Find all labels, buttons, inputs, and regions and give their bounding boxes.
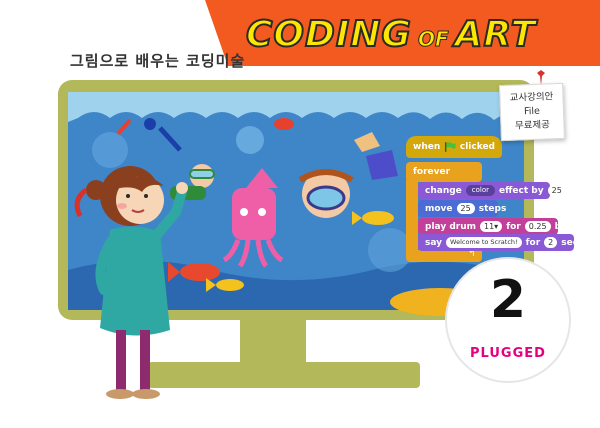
for2-label: for (525, 237, 541, 248)
move-value-input[interactable]: 25 (456, 203, 475, 214)
when-flag-clicked-block: when clicked (406, 136, 502, 158)
steps-label: steps (478, 203, 507, 214)
secs-label: secs (561, 237, 584, 248)
drum-dropdown[interactable]: 11▾ (480, 221, 503, 232)
say-for-secs-block: say Welcome to Scratch! for 2 secs (418, 234, 583, 251)
play-drum-block: play drum 11▾ for 0.25 beats (418, 218, 583, 235)
change-label: change (425, 185, 462, 196)
forever-block: forever (406, 162, 482, 182)
forever-label: forever (413, 167, 451, 177)
effect-dropdown[interactable]: color (465, 185, 496, 196)
move-label: move (425, 203, 453, 214)
monitor-illustration (58, 80, 571, 399)
when-label: when (413, 142, 441, 152)
effect-by-label: effect by (499, 185, 544, 196)
beats-value-input[interactable]: 0.25 (524, 221, 551, 232)
beats-label: beats (554, 221, 583, 232)
change-effect-block: change color effect by 25 (418, 182, 566, 199)
green-flag-icon (445, 142, 456, 152)
say-text-input[interactable]: Welcome to Scratch! (446, 237, 522, 248)
forever-block-arm (406, 180, 418, 254)
free-lesson-note: 교사강의안 File 무료제공 (499, 82, 565, 142)
note-line-1: 교사강의안 (509, 91, 554, 104)
say-label: say (425, 237, 443, 248)
plugged-label: PLUGGED (470, 346, 546, 361)
clicked-label: clicked (459, 142, 495, 152)
play-drum-label: play drum (425, 221, 476, 232)
for-label: for (506, 221, 521, 232)
move-steps-block: move 25 steps (418, 200, 506, 217)
note-line-3: 무료제공 (514, 119, 551, 132)
volume-number: 2 (489, 270, 527, 330)
effect-value-input[interactable]: 25 (547, 185, 566, 196)
secs-value-input[interactable]: 2 (544, 237, 558, 248)
